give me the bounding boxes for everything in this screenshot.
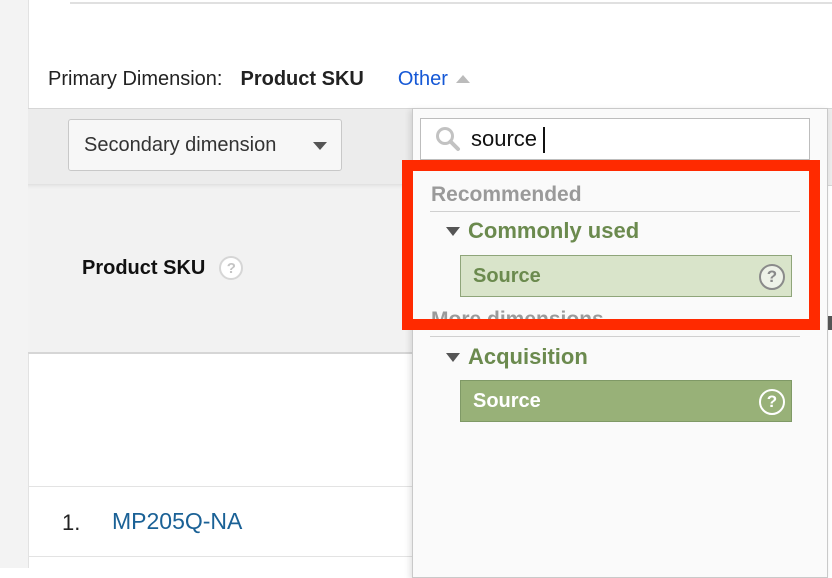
search-icon xyxy=(436,127,460,151)
caret-up-icon xyxy=(455,75,470,83)
section-divider xyxy=(430,211,800,212)
sku-link[interactable]: MP205Q-NA xyxy=(112,508,242,535)
dimension-search-input[interactable] xyxy=(471,126,791,152)
column-header-product-sku[interactable]: Product SKU ? xyxy=(82,256,244,280)
option-label: Source xyxy=(473,389,541,412)
row-divider xyxy=(28,486,412,487)
help-icon[interactable]: ? xyxy=(759,264,785,290)
primary-dimension-row: Primary Dimension: Product SKU Other xyxy=(48,66,470,92)
triangle-down-icon xyxy=(446,226,460,236)
section-recommended: Recommended xyxy=(431,183,582,206)
section-divider xyxy=(430,336,800,337)
group-acquisition[interactable]: Acquisition xyxy=(446,344,588,370)
group-title-label: Acquisition xyxy=(468,344,588,369)
primary-dimension-label: Primary Dimension: xyxy=(48,67,223,90)
dimension-picker-panel xyxy=(412,108,828,578)
group-commonly-used[interactable]: Commonly used xyxy=(446,218,639,244)
column-header-label: Product SKU xyxy=(82,256,206,279)
option-label: Source xyxy=(473,264,541,287)
top-divider xyxy=(70,2,832,4)
other-dimension-label: Other xyxy=(397,67,448,90)
secondary-dimension-label: Secondary dimension xyxy=(84,133,277,156)
secondary-dimension-dropdown[interactable]: Secondary dimension xyxy=(68,119,342,171)
text-cursor xyxy=(543,127,545,153)
row-divider xyxy=(28,556,412,557)
dimension-search-box[interactable] xyxy=(420,118,810,160)
row-index: 1. xyxy=(62,510,81,535)
chevron-down-icon xyxy=(313,142,327,150)
help-icon[interactable]: ? xyxy=(759,389,785,415)
option-source-acquisition[interactable]: Source ? xyxy=(460,380,792,422)
group-title-label: Commonly used xyxy=(468,218,640,243)
help-icon[interactable]: ? xyxy=(219,256,244,280)
triangle-down-icon xyxy=(446,352,460,362)
left-gutter xyxy=(0,0,29,568)
panel-edge-marker xyxy=(828,316,832,330)
other-dimension-link[interactable]: Other xyxy=(398,68,470,91)
primary-dimension-value[interactable]: Product SKU xyxy=(240,68,363,91)
option-source-commonly-used[interactable]: Source ? xyxy=(460,255,792,297)
section-more-dimensions: More dimensions xyxy=(431,308,604,320)
